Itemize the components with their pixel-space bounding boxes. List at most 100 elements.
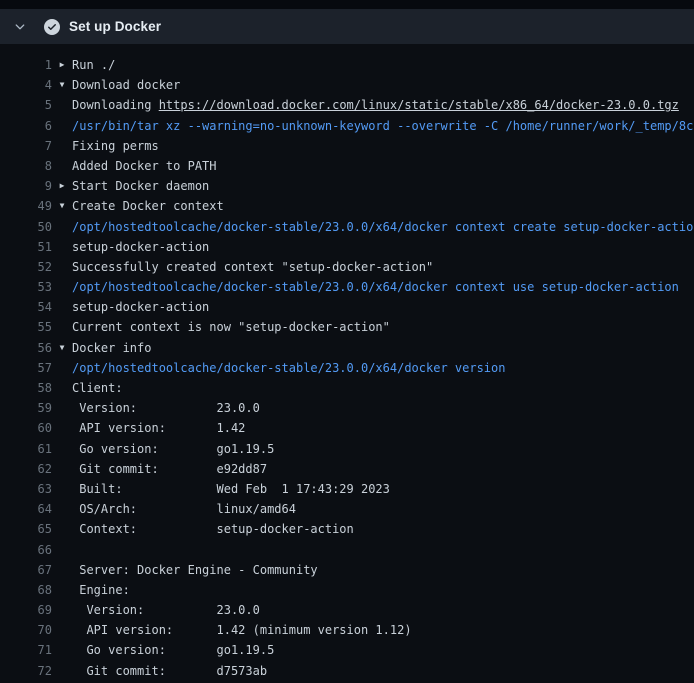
line-number[interactable]: 54 [0, 297, 52, 317]
log-line: 8 Added Docker to PATH [0, 156, 694, 176]
log-lines: 1▶Run ./4▼Download docker5Downloading ht… [0, 55, 694, 681]
log-line: 4▼Download docker [0, 75, 694, 95]
line-indent [52, 600, 72, 620]
log-line: 56▼Docker info [0, 338, 694, 358]
group-collapsed-icon[interactable]: ▶ [52, 55, 72, 75]
log-line: 61 Go version: go1.19.5 [0, 439, 694, 459]
log-line: 71 Go version: go1.19.5 [0, 640, 694, 660]
command-text: /usr/bin/tar xz --warning=no-unknown-key… [72, 116, 694, 136]
line-number[interactable]: 68 [0, 580, 52, 600]
line-number[interactable]: 58 [0, 378, 52, 398]
group-title[interactable]: Download docker [72, 75, 180, 95]
group-expanded-icon[interactable]: ▼ [52, 338, 72, 358]
command-text: /opt/hostedtoolcache/docker-stable/23.0.… [72, 217, 694, 237]
log-line: 49▼Create Docker context [0, 196, 694, 216]
log-text: Added Docker to PATH [72, 156, 217, 176]
log-line: 62 Git commit: e92dd87 [0, 459, 694, 479]
log-link[interactable]: https://download.docker.com/linux/static… [159, 98, 679, 112]
command-text: /opt/hostedtoolcache/docker-stable/23.0.… [72, 277, 679, 297]
log-line: 59 Version: 23.0.0 [0, 398, 694, 418]
group-title[interactable]: Start Docker daemon [72, 176, 209, 196]
line-number[interactable]: 57 [0, 358, 52, 378]
line-number[interactable]: 55 [0, 317, 52, 337]
line-number[interactable]: 52 [0, 257, 52, 277]
line-indent [52, 519, 72, 539]
line-number[interactable]: 49 [0, 196, 52, 216]
log-text: Fixing perms [72, 136, 159, 156]
chevron-down-icon[interactable] [12, 19, 28, 35]
line-indent [52, 580, 72, 600]
log-text: Git commit: e92dd87 [72, 459, 267, 479]
line-indent [52, 640, 72, 660]
log-text: Current context is now "setup-docker-act… [72, 317, 390, 337]
line-number[interactable]: 1 [0, 55, 52, 75]
log-text: API version: 1.42 [72, 418, 245, 438]
log-line: 55 Current context is now "setup-docker-a… [0, 317, 694, 337]
line-number[interactable]: 8 [0, 156, 52, 176]
line-indent [52, 560, 72, 580]
log-text: setup-docker-action [72, 237, 209, 257]
log-line: 60 API version: 1.42 [0, 418, 694, 438]
line-indent [52, 439, 72, 459]
line-indent [52, 277, 72, 297]
line-number[interactable]: 51 [0, 237, 52, 257]
line-indent [52, 358, 72, 378]
line-number[interactable]: 5 [0, 95, 52, 115]
log-line: 1▶Run ./ [0, 55, 694, 75]
step-title: Set up Docker [69, 19, 161, 34]
log-text: Client: [72, 378, 123, 398]
log-line: 50/opt/hostedtoolcache/docker-stable/23.… [0, 217, 694, 237]
line-number[interactable]: 50 [0, 217, 52, 237]
line-number[interactable]: 62 [0, 459, 52, 479]
log-text: Context: setup-docker-action [72, 519, 354, 539]
line-number[interactable]: 59 [0, 398, 52, 418]
line-number[interactable]: 6 [0, 116, 52, 136]
line-number[interactable]: 65 [0, 519, 52, 539]
log-line: 5Downloading https://download.docker.com… [0, 95, 694, 115]
group-collapsed-icon[interactable]: ▶ [52, 176, 72, 196]
log-line: 6/usr/bin/tar xz --warning=no-unknown-ke… [0, 116, 694, 136]
group-expanded-icon[interactable]: ▼ [52, 196, 72, 216]
log-line: 51 setup-docker-action [0, 237, 694, 257]
line-number[interactable]: 66 [0, 540, 52, 560]
log-text: Go version: go1.19.5 [72, 640, 274, 660]
line-number[interactable]: 7 [0, 136, 52, 156]
line-number[interactable]: 9 [0, 176, 52, 196]
line-number[interactable]: 71 [0, 640, 52, 660]
line-number[interactable]: 67 [0, 560, 52, 580]
log-line: 7 Fixing perms [0, 136, 694, 156]
log-line: 64 OS/Arch: linux/amd64 [0, 499, 694, 519]
log-text: setup-docker-action [72, 297, 209, 317]
group-title[interactable]: Create Docker context [72, 196, 224, 216]
line-indent [52, 317, 72, 337]
line-number[interactable]: 69 [0, 600, 52, 620]
step-header[interactable]: Set up Docker [0, 9, 694, 44]
line-number[interactable]: 72 [0, 661, 52, 681]
line-number[interactable]: 53 [0, 277, 52, 297]
line-indent [52, 499, 72, 519]
log-text: Git commit: d7573ab [72, 661, 267, 681]
line-number[interactable]: 56 [0, 338, 52, 358]
line-indent [52, 136, 72, 156]
log-text: Version: 23.0.0 [72, 600, 260, 620]
line-indent [52, 479, 72, 499]
group-title[interactable]: Docker info [72, 338, 151, 358]
log-text: Version: 23.0.0 [72, 398, 260, 418]
line-indent [52, 257, 72, 277]
log-line: 54 setup-docker-action [0, 297, 694, 317]
line-indent [52, 620, 72, 640]
line-number[interactable]: 70 [0, 620, 52, 640]
group-expanded-icon[interactable]: ▼ [52, 75, 72, 95]
line-number[interactable]: 61 [0, 439, 52, 459]
line-number[interactable]: 4 [0, 75, 52, 95]
command-text: /opt/hostedtoolcache/docker-stable/23.0.… [72, 358, 505, 378]
line-indent [52, 459, 72, 479]
line-number[interactable]: 63 [0, 479, 52, 499]
log-line: 58 Client: [0, 378, 694, 398]
log-text: Server: Docker Engine - Community [72, 560, 318, 580]
log-line: 53/opt/hostedtoolcache/docker-stable/23.… [0, 277, 694, 297]
line-number[interactable]: 60 [0, 418, 52, 438]
line-number[interactable]: 64 [0, 499, 52, 519]
log-line: 63 Built: Wed Feb 1 17:43:29 2023 [0, 479, 694, 499]
group-title[interactable]: Run ./ [72, 55, 115, 75]
